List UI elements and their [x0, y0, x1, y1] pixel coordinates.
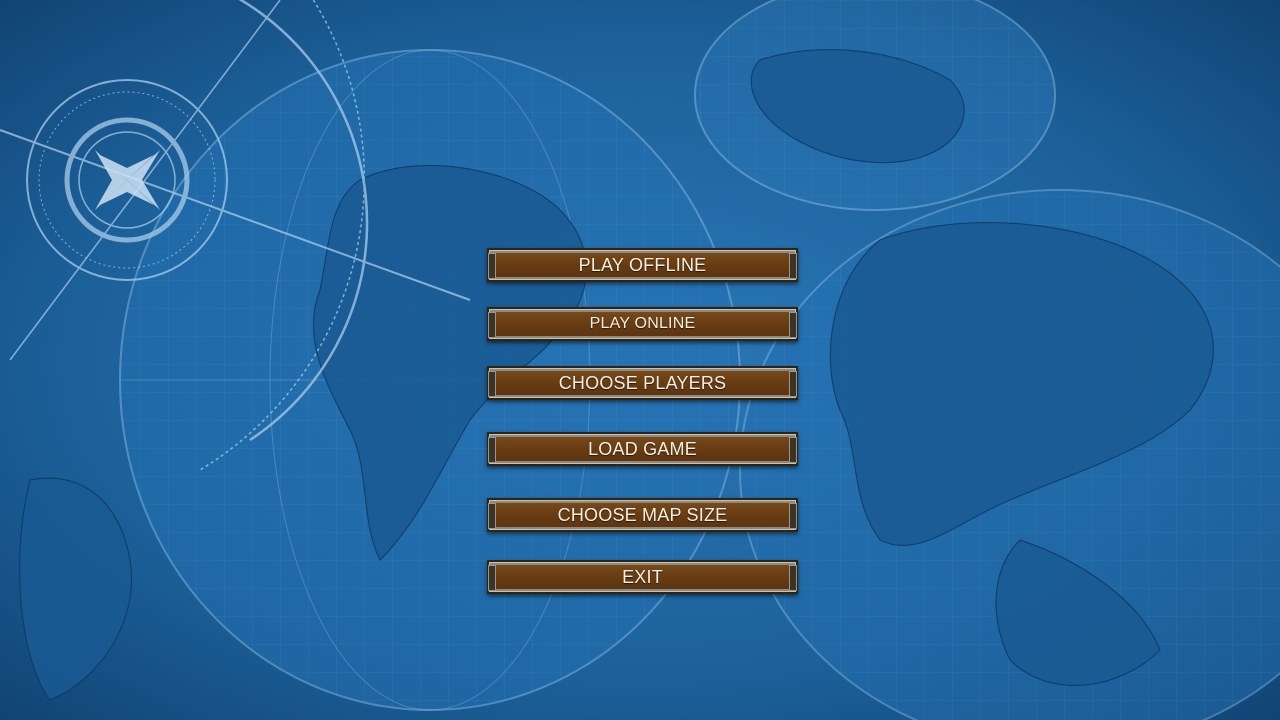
choose-players-label: CHOOSE PLAYERS: [558, 372, 727, 393]
load-game-label: LOAD GAME: [588, 438, 697, 459]
button-cap-left: [488, 503, 496, 529]
exit-button[interactable]: EXIT: [487, 560, 798, 594]
button-cap-right: [789, 437, 797, 463]
main-menu: PLAY OFFLINE PLAY ONLINE CHOOSE PLAYERS …: [0, 0, 1280, 720]
button-cap-right: [789, 371, 797, 397]
button-cap-left: [488, 253, 496, 279]
choose-map-size-label: CHOOSE MAP SIZE: [557, 504, 728, 525]
load-game-button[interactable]: LOAD GAME: [487, 432, 798, 466]
button-cap-right: [789, 503, 797, 529]
play-offline-button[interactable]: PLAY OFFLINE: [487, 248, 798, 282]
play-online-label: PLAY ONLINE: [589, 315, 696, 332]
play-online-button[interactable]: PLAY ONLINE: [487, 307, 798, 341]
choose-map-size-button[interactable]: CHOOSE MAP SIZE: [487, 498, 798, 532]
button-cap-left: [488, 312, 496, 338]
play-offline-label: PLAY OFFLINE: [578, 254, 707, 275]
button-cap-right: [789, 253, 797, 279]
button-cap-right: [789, 312, 797, 338]
exit-label: EXIT: [622, 566, 663, 587]
button-cap-left: [488, 371, 496, 397]
choose-players-button[interactable]: CHOOSE PLAYERS: [487, 366, 798, 400]
button-cap-left: [488, 437, 496, 463]
button-cap-left: [488, 565, 496, 591]
button-cap-right: [789, 565, 797, 591]
